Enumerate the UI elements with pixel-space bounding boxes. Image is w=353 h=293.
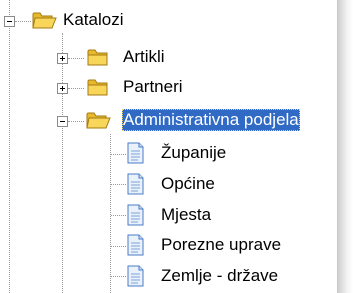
document-icon [127,204,144,226]
document-icon [127,265,144,287]
tree-line [68,88,84,89]
folder-icon [87,49,108,66]
tree-node-label[interactable]: Općine [160,173,216,195]
tree-node-label-selected[interactable]: Administrativna podjela [122,109,300,131]
tree-node-zemlje-drzave[interactable]: Zemlje - države [126,265,316,289]
tree-panel: Katalozi Artikli Partneri Administrativn… [0,0,338,293]
expand-toggle-icon[interactable] [57,83,68,94]
tree-line [111,215,126,216]
tree-node-porezne-uprave[interactable]: Porezne uprave [126,234,316,258]
tree-node-mjesta[interactable]: Mjesta [126,204,266,228]
tree-node-label[interactable]: Partneri [122,76,184,98]
document-icon [127,234,144,256]
tree-line [111,246,126,247]
tree-node-opcine[interactable]: Općine [126,173,266,197]
expand-toggle-icon[interactable] [57,53,68,64]
folder-icon [87,79,108,96]
panel-shadow [338,0,353,293]
tree-node-label[interactable]: Zemlje - države [160,265,279,287]
collapse-toggle-icon[interactable] [4,16,15,27]
tree-node-zupanije[interactable]: Županije [126,142,266,166]
tree-line [111,154,126,155]
folder-open-icon [32,12,57,29]
tree-line [68,121,84,122]
tree-node-label[interactable]: Županije [160,142,227,164]
tree-node-partneri[interactable]: Partneri [86,76,206,100]
tree-node-label[interactable]: Katalozi [62,9,124,31]
tree-line [9,0,10,293]
document-icon [127,173,144,195]
tree-node-artikli[interactable]: Artikli [86,46,206,70]
tree-node-label[interactable]: Porezne uprave [160,234,282,256]
tree-line [68,58,84,59]
folder-open-icon [86,112,111,129]
tree-line [15,21,31,22]
tree-node-label[interactable]: Mjesta [160,204,212,226]
document-icon [127,142,144,164]
tree-line [62,33,63,293]
tree-line [110,134,111,293]
tree-line [111,276,126,277]
tree-node-katalozi[interactable]: Katalozi [32,9,172,33]
collapse-toggle-icon[interactable] [57,116,68,127]
tree-node-label[interactable]: Artikli [122,46,166,68]
tree-node-administrativna-podjela[interactable]: Administrativna podjela [86,109,332,133]
tree-line [111,184,126,185]
